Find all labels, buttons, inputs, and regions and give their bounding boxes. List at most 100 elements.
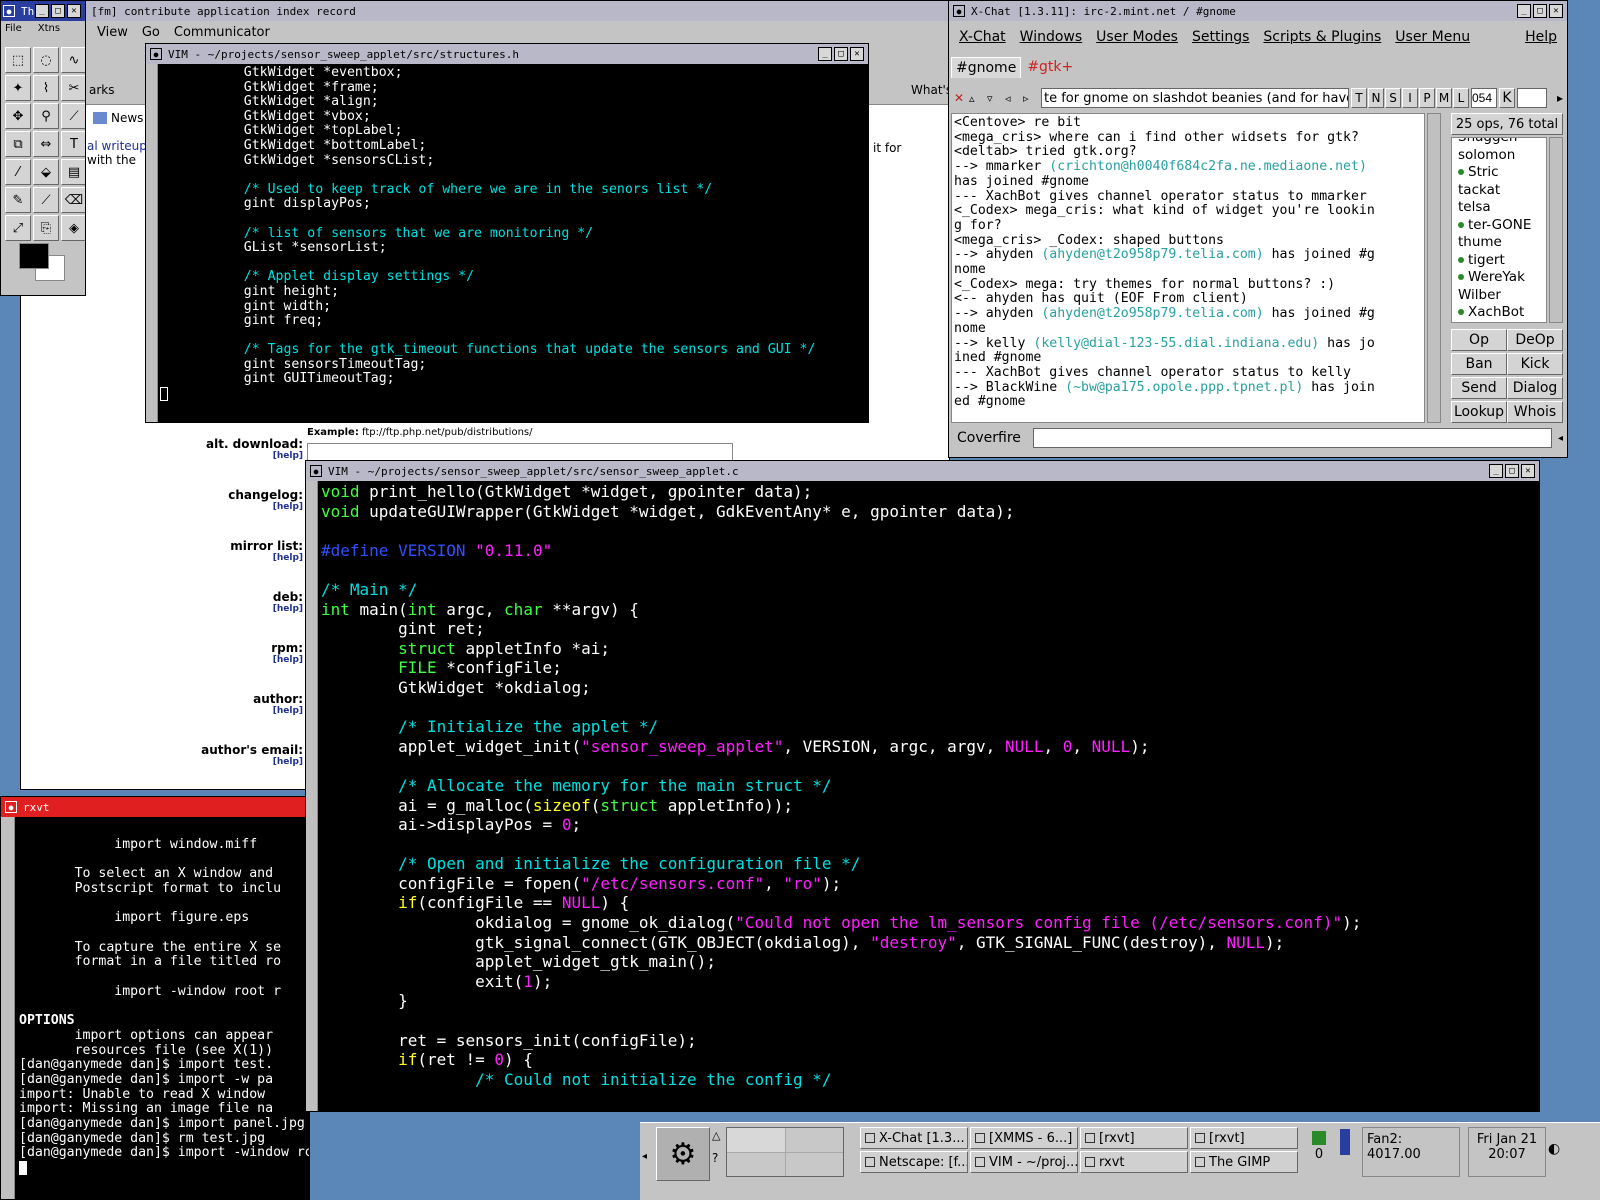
menu-view[interactable]: View [97,25,128,40]
eraser-icon[interactable]: ⌫ [61,187,85,213]
rxvt-scrollbar[interactable] [1,817,15,1199]
nick-button[interactable]: Coverfire [951,430,1027,446]
kick-button[interactable]: Kick [1507,353,1563,375]
message-input[interactable] [1032,428,1552,448]
gimp-menu-xtns[interactable]: Xtns [38,23,60,34]
vim-applet-scrollbar[interactable] [306,481,318,1111]
nav-left-icon[interactable]: ◃ [1005,92,1021,105]
nav-up-icon[interactable]: ▵ [969,92,985,105]
help-link[interactable]: [help] [253,706,303,716]
topic-input[interactable] [1041,88,1349,108]
key-input[interactable] [1517,88,1547,108]
tab-gnome[interactable]: #gnome [951,57,1022,78]
rxvt-titlebar[interactable]: ● rxvt [1,797,309,817]
task-button[interactable]: VIM - ~/proj... [970,1151,1078,1173]
help-link[interactable]: [help] [228,502,303,512]
tab-gtk[interactable]: #gtk+ [1023,57,1077,78]
nick-item[interactable]: Stric [1452,164,1546,182]
close-icon[interactable]: ✕ [1521,464,1535,478]
input-scroll-icon[interactable]: ◂ [1558,433,1563,444]
nick-item[interactable]: Snaggen [1452,138,1546,147]
color-swatches[interactable] [15,241,71,287]
vim-applet-titlebar[interactable]: ● VIM - ~/projects/sensor_sweep_applet/s… [306,461,1539,481]
nick-item[interactable]: tigert [1452,252,1546,270]
rect-select-icon[interactable]: ⬚ [5,47,31,73]
scissors-icon[interactable]: ✂ [61,75,85,101]
mode-button-t[interactable]: T [1351,88,1367,108]
panel-up-icon[interactable]: △ [712,1129,720,1142]
mode-button-p[interactable]: P [1419,88,1435,108]
netscape-titlebar[interactable]: [fm] contribute application index record [21,1,949,21]
vim-structures-scrollbar[interactable] [146,64,158,422]
dialog-button[interactable]: Dialog [1507,377,1563,399]
menu-communicator[interactable]: Communicator [174,25,270,40]
lasso-icon[interactable]: ∿ [61,47,85,73]
window-menu-icon[interactable]: ● [953,5,965,17]
pager-desk[interactable] [785,1152,843,1176]
gradient-icon[interactable]: ▤ [61,159,85,185]
alt-download-input[interactable] [307,443,733,461]
close-icon[interactable]: ✕ [67,4,81,18]
help-link[interactable]: [help] [271,655,303,665]
maximize-icon[interactable]: □ [834,47,848,61]
task-button[interactable]: The GIMP [1190,1151,1298,1173]
ban-button[interactable]: Ban [1451,353,1507,375]
gimp-titlebar[interactable]: ● Th _ □ ✕ [1,1,85,21]
help-link[interactable]: [help] [273,604,303,614]
magic-wand-icon[interactable]: ✦ [5,75,31,101]
task-button[interactable]: X-Chat [1.3... [860,1127,968,1149]
text-icon[interactable]: T [61,131,85,157]
gimp-menu-file[interactable]: File [5,23,22,34]
bucket-fill-icon[interactable]: ⬙ [33,159,59,185]
flip-icon[interactable]: ⇔ [33,131,59,157]
mode-button-n[interactable]: N [1368,88,1384,108]
clone-icon[interactable]: ⎘ [33,215,59,241]
magnify-icon[interactable]: ⚲ [33,103,59,129]
paintbrush-icon[interactable]: ⟋ [33,187,59,213]
help-link[interactable]: [help] [206,451,303,461]
news-link[interactable]: News [93,111,143,125]
window-menu-icon[interactable]: ● [310,465,322,477]
nick-item[interactable]: tackat [1452,182,1546,200]
minimize-icon[interactable]: _ [35,4,49,18]
scroll-right-icon[interactable]: ▸ [1557,91,1563,105]
panel-help-icon[interactable]: ? [712,1151,718,1165]
send-button[interactable]: Send [1451,377,1507,399]
nav-right-icon[interactable]: ▹ [1023,92,1039,105]
deop-button[interactable]: DeOp [1507,329,1563,351]
vim-structures-titlebar[interactable]: ● VIM - ~/projects/sensor_sweep_applet/s… [146,44,868,64]
menu-settings[interactable]: Settings [1192,29,1249,45]
mode-button-s[interactable]: S [1385,88,1401,108]
window-menu-icon[interactable]: ● [5,801,17,813]
pencil-icon[interactable]: ✎ [5,187,31,213]
task-button[interactable]: [XMMS - 6...] [970,1127,1078,1149]
close-tab-icon[interactable]: ✕ [951,88,967,108]
xchat-titlebar[interactable]: ● X-Chat [1.3.11]: irc-2.mint.net / #gno… [949,1,1567,21]
volume-applet[interactable] [1334,1127,1356,1177]
close-icon[interactable]: ✕ [1549,4,1563,18]
maximize-icon[interactable]: □ [1533,4,1547,18]
maximize-icon[interactable]: □ [51,4,65,18]
bezier-select-icon[interactable]: ⌇ [33,75,59,101]
mode-button-m[interactable]: M [1436,88,1452,108]
close-icon[interactable]: ✕ [850,47,864,61]
menu-go[interactable]: Go [142,25,160,40]
nick-item[interactable]: WereYak [1452,269,1546,287]
window-menu-icon[interactable]: ● [150,48,162,60]
pager-desk[interactable] [785,1128,843,1152]
nick-item[interactable]: ter-GONE [1452,217,1546,235]
vim-structures-buffer[interactable]: GtkWidget *eventbox; GtkWidget *frame; G… [160,64,868,422]
bookmarks-label[interactable]: arks [89,83,115,97]
whois-button[interactable]: Whois [1507,401,1563,423]
nav-down-icon[interactable]: ▿ [987,92,1003,105]
nick-item[interactable]: solomon [1452,147,1546,165]
panel-hide-left-icon[interactable]: ◂ [642,1151,647,1162]
lookup-button[interactable]: Lookup [1451,401,1507,423]
ellipse-select-icon[interactable]: ◌ [33,47,59,73]
menu-user-modes[interactable]: User Modes [1096,29,1178,45]
chat-scrollbar[interactable] [1427,113,1441,423]
crop-icon[interactable]: ⟋ [61,103,85,129]
chat-buffer[interactable]: <Centove> re bit <mega_cris> where can i… [951,113,1425,423]
nick-item[interactable]: thume [1452,234,1546,252]
panel-hide-right-icon[interactable]: ◐ [1548,1141,1560,1157]
